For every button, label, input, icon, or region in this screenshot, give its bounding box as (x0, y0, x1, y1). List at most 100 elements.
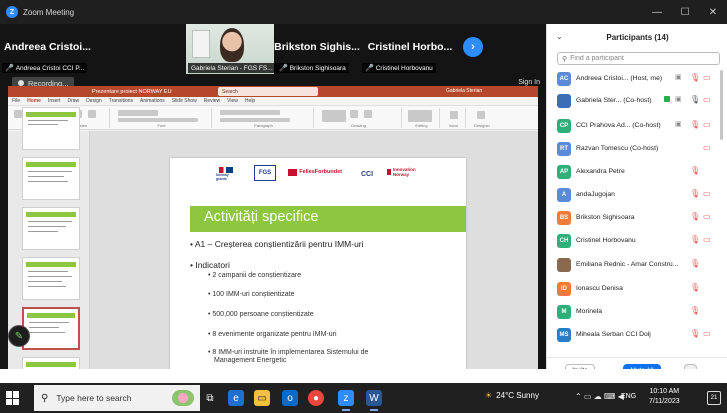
slide-thumbnail[interactable] (22, 257, 80, 300)
ribbon-group-paragraph[interactable]: Paragraph (214, 108, 314, 128)
video-tile-name: Cristinel Horbo... (367, 41, 453, 53)
participants-scrollbar[interactable] (720, 70, 723, 140)
participant-row[interactable]: BS Brikston Sighisoara 🎙 ▭ (547, 207, 720, 229)
avatar: RT (557, 142, 571, 156)
ribbon-group-voice[interactable]: Voice (442, 108, 466, 128)
avatar: BS (557, 211, 571, 225)
avatar-photo (557, 258, 571, 272)
mic-on-icon[interactable]: 🎙 (690, 95, 700, 105)
ppt-menu-animations[interactable]: Animations (140, 98, 165, 104)
video-tile[interactable]: Brikston Sighis... (95, 24, 186, 74)
participant-row[interactable]: RT Razvan Tomescu (Co-host) ▭ (547, 138, 720, 160)
signin-label[interactable]: Sign In (518, 79, 540, 86)
ppt-menu-insert[interactable]: Insert (48, 98, 61, 104)
slide-sub-bullet: • 8 evenimente organizate pentru IMM-uri (208, 331, 337, 338)
video-off-icon[interactable]: ▭ (703, 120, 711, 130)
system-tray-icons[interactable]: ⌃ ▭ ☁ ⌨ ◀ (575, 392, 624, 401)
participant-name: andaJugojan (576, 191, 615, 198)
ppt-search-box[interactable]: Search (218, 87, 318, 96)
next-videos-button[interactable]: › (463, 37, 483, 57)
participant-row[interactable]: ID Ionascu Denisa 🎙 (547, 278, 720, 300)
ribbon-group-font[interactable]: Font (112, 108, 212, 128)
taskbar-clock[interactable]: 10:10 AM 7/11/2023 (649, 387, 680, 407)
participant-row[interactable]: CH Cristinel Horbovanu 🎙 ▭ (547, 230, 720, 252)
slide-thumbnail-selected[interactable] (22, 307, 80, 350)
mic-muted-icon[interactable]: 🎙 (690, 235, 700, 245)
sun-icon: ☀ (485, 391, 493, 400)
participant-row[interactable]: Emiliana Rednic - Amar Constru... 🎙 (547, 254, 720, 276)
video-off-icon[interactable]: ▭ (703, 73, 711, 83)
ppt-menu-home[interactable]: Home (27, 98, 41, 104)
mic-muted-icon[interactable]: 🎙 (690, 166, 700, 176)
ribbon-group-designer[interactable]: Designer (468, 108, 496, 128)
slide-thumbnail[interactable] (22, 207, 80, 250)
word-icon[interactable]: W (366, 390, 382, 411)
share-icon: ▣ (675, 74, 682, 81)
ppt-menu-help[interactable]: Help (245, 98, 255, 104)
video-tile[interactable]: Cristinel Horbo... 🎤 Cristinel Horbovanu (360, 24, 460, 74)
participant-row[interactable]: AC Andreea Cristoi... (Host, me) ▣ 🎙 ▭ (547, 68, 720, 90)
ppt-menu-review[interactable]: Review (204, 98, 220, 104)
participant-row[interactable]: Gabriela Ster... (Co-host) ▣ 🎙 ▭ (547, 90, 720, 112)
mic-muted-icon[interactable]: 🎙 (690, 329, 700, 339)
video-tile[interactable]: Andreea Cristoi... 🎤 Andreea Cristoi CCI … (0, 24, 95, 74)
participant-search[interactable]: ⚲ (557, 52, 720, 65)
maximize-button[interactable]: ☐ (671, 0, 699, 24)
slide-thumbnail[interactable] (22, 107, 80, 150)
participant-search-input[interactable] (570, 55, 711, 62)
ribbon-group-editing[interactable]: Editing (404, 108, 440, 128)
ppt-menu-design[interactable]: Design (86, 98, 102, 104)
participants-panel: ⌄ Participants (14) ⚲ AC Andreea Cristoi… (546, 24, 727, 393)
weather-widget[interactable]: ☀ 24°C Sunny (485, 391, 539, 400)
edge-icon[interactable]: e (228, 390, 244, 406)
participant-row[interactable]: A andaJugojan 🎙 ▭ (547, 184, 720, 206)
windows-start-button[interactable] (6, 391, 20, 405)
participant-name: Ionascu Denisa (576, 285, 623, 292)
video-tile[interactable]: Brikston Sighis... 🎤 Brikston Sighisoara (274, 24, 360, 74)
minimize-button[interactable]: — (643, 0, 671, 24)
annotate-pen-icon[interactable]: ✎ (8, 325, 30, 347)
video-off-icon[interactable]: ▭ (703, 329, 711, 339)
video-off-icon[interactable]: ▭ (703, 235, 711, 245)
ppt-menu-view[interactable]: View (227, 98, 238, 104)
participant-row[interactable]: M Morinela 🎙 (547, 301, 720, 323)
participant-row[interactable]: AP Alexandra Petre 🎙 (547, 161, 720, 183)
participant-row[interactable]: CP CCI Prahova Ad... (Co-host) ▣ 🎙 ▭ (547, 115, 720, 137)
close-button[interactable]: ✕ (699, 0, 727, 24)
chevron-down-icon[interactable]: ⌄ (556, 32, 563, 41)
ribbon-group-drawing[interactable]: Drawing (316, 108, 402, 128)
file-explorer-icon[interactable]: ▭ (254, 390, 270, 406)
slide-canvas[interactable]: Norway grants FGS FellesForbundet CCI In… (170, 158, 466, 369)
video-tile-camera[interactable]: Gabriela Sterian - FGS FS... (186, 24, 276, 74)
mic-muted-icon[interactable]: 🎙 (690, 212, 700, 222)
chrome-icon[interactable]: ● (308, 390, 324, 406)
mic-muted-icon[interactable]: 🎙 (690, 306, 700, 316)
ppt-title-bar: Prezentare proiect NORWAY EU Search Gabr… (8, 86, 538, 97)
task-view-icon[interactable]: ⧉ (202, 390, 218, 406)
video-off-icon[interactable]: ▭ (703, 143, 711, 153)
fgs-logo: FGS (254, 165, 276, 181)
ppt-menu-file[interactable]: File (12, 98, 20, 104)
ppt-menu-draw[interactable]: Draw (67, 98, 79, 104)
slide-title-bar: Activități specifice (190, 206, 466, 232)
video-off-icon[interactable]: ▭ (703, 212, 711, 222)
slide-thumbnail[interactable] (22, 157, 80, 200)
participant-name: Miheala Serban CCI Dolj (576, 331, 651, 338)
ppt-ribbon: Clipboard Slides Font Paragraph Drawing … (8, 106, 538, 130)
video-off-icon[interactable]: ▭ (703, 95, 711, 105)
mic-muted-icon[interactable]: 🎙 (690, 189, 700, 199)
mic-muted-icon[interactable]: 🎙 (690, 283, 700, 293)
video-off-icon[interactable]: ▭ (703, 189, 711, 199)
notification-center-icon[interactable]: 21 (707, 391, 721, 405)
taskbar-search[interactable]: ⚲ Type here to search (34, 385, 200, 411)
participant-row[interactable]: MS Miheala Serban CCI Dolj 🎙 ▭ (547, 324, 720, 346)
mic-muted-icon[interactable]: 🎙 (690, 120, 700, 130)
slide-thumbnail[interactable] (22, 357, 80, 369)
mic-muted-icon[interactable]: 🎙 (690, 259, 700, 269)
mic-muted-icon[interactable]: 🎙 (690, 73, 700, 83)
ppt-menu-transitions[interactable]: Transitions (109, 98, 133, 104)
outlook-icon[interactable]: o (282, 390, 298, 406)
language-indicator[interactable]: ENG (621, 393, 636, 400)
ppt-menu-slideshow[interactable]: Slide Show (172, 98, 197, 104)
zoom-taskbar-icon[interactable]: z (338, 390, 354, 411)
